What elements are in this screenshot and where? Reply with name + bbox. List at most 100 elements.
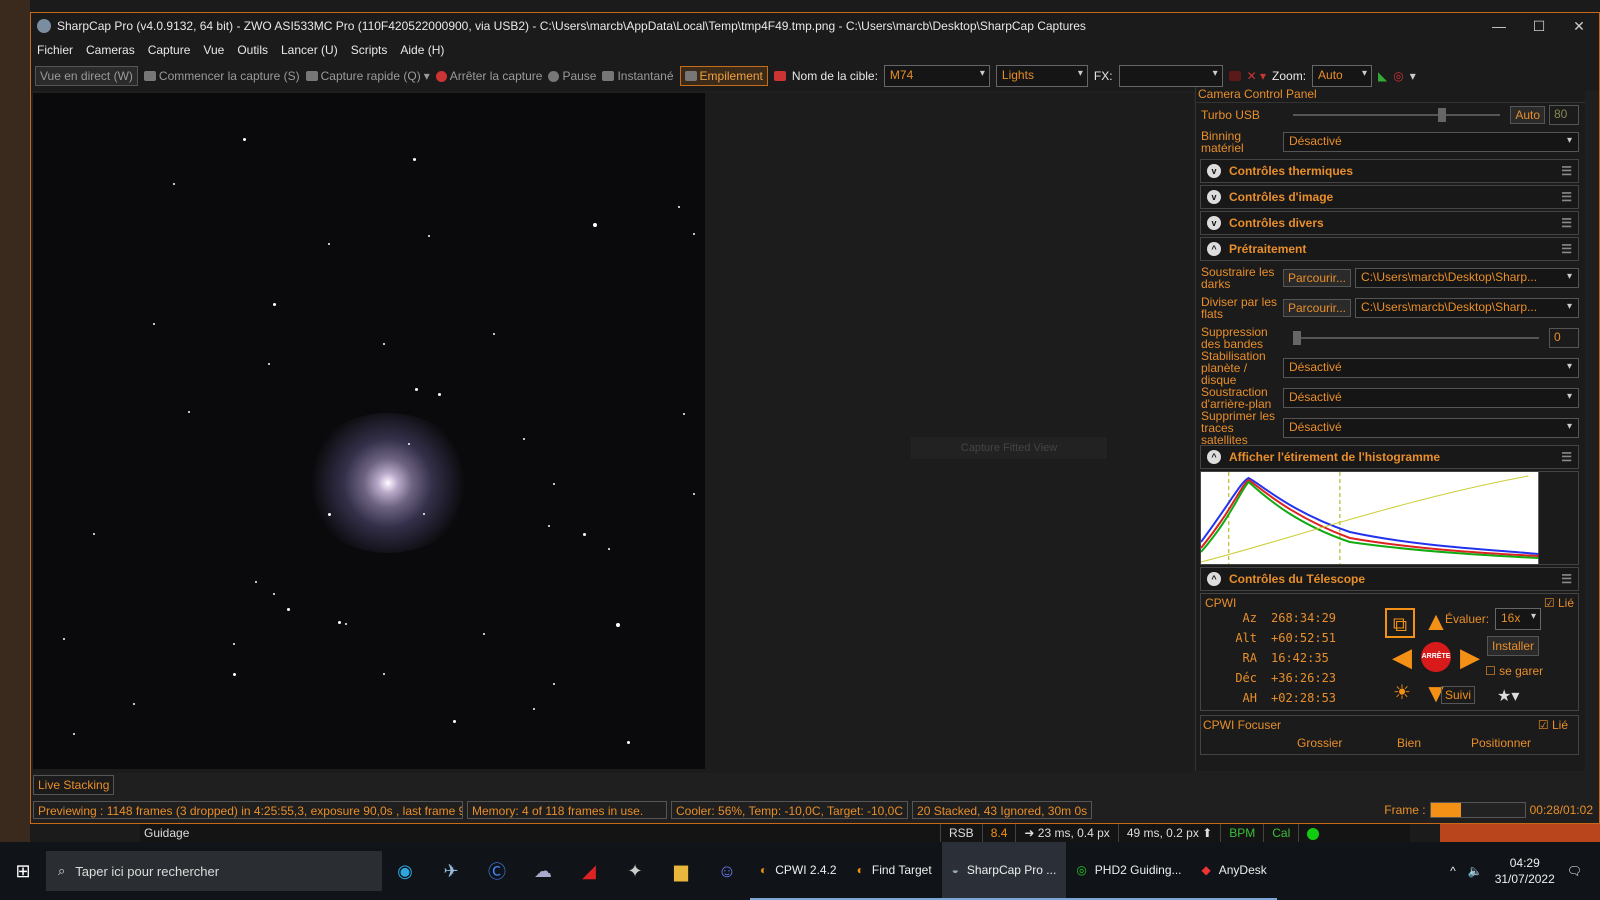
stellarium-icon[interactable]: ✦	[612, 861, 658, 882]
turbo-auto-button[interactable]: Auto	[1510, 106, 1545, 124]
stabil-select[interactable]: Désactivé	[1283, 358, 1579, 378]
frame-type-combo[interactable]: Lights	[995, 65, 1088, 87]
task-find-target[interactable]: ◐ Find Target	[846, 842, 942, 900]
histogram-title: Afficher l'étirement de l'histogramme	[1229, 450, 1441, 464]
task-anydesk[interactable]: ◆ AnyDesk	[1191, 842, 1277, 900]
more-icon[interactable]: ▾	[1410, 69, 1416, 83]
minimize-icon[interactable]: —	[1479, 18, 1519, 34]
app-icon[interactable]: ☁	[520, 861, 566, 882]
menu-scripts[interactable]: Scripts	[351, 43, 388, 57]
histogram-section[interactable]: ^ Afficher l'étirement de l'histogramme ☰	[1200, 445, 1579, 469]
star	[438, 393, 441, 396]
cross-icon[interactable]: ✕ ▾	[1247, 69, 1266, 83]
darks-browse-button[interactable]: Parcourir...	[1283, 269, 1352, 287]
histogram-icon[interactable]: ◣	[1378, 69, 1387, 83]
menu-icon[interactable]: ☰	[1561, 572, 1572, 586]
focus-icon[interactable]: ◎	[1393, 69, 1403, 83]
sun-icon[interactable]: ☀	[1387, 678, 1417, 708]
galaxy	[303, 413, 473, 553]
live-stacking-tab[interactable]: Live Stacking	[33, 775, 115, 795]
banding-value[interactable]: 0	[1549, 328, 1579, 348]
stop-button[interactable]: ARRÊTE	[1421, 642, 1451, 672]
taskbar-search[interactable]: ⌕ Taper ici pour rechercher	[46, 851, 382, 891]
live-view-button[interactable]: Vue en direct (W)	[35, 66, 138, 86]
focuser-linked-checkbox[interactable]: ☑ Lié	[1538, 718, 1568, 732]
menu-icon[interactable]: ☰	[1561, 164, 1572, 178]
menu-cameras[interactable]: Cameras	[86, 43, 135, 57]
arrow-left-icon[interactable]: ◀	[1387, 642, 1417, 672]
menu-icon[interactable]: ☰	[1561, 216, 1572, 230]
chevron-up-icon[interactable]: ^	[1450, 864, 1456, 878]
reticle-icon[interactable]	[1228, 71, 1241, 81]
task-cpwi[interactable]: ◐ CPWI 2.4.2	[750, 842, 847, 900]
binning-select[interactable]: Désactivé	[1283, 132, 1579, 152]
app-icon[interactable]: ✈	[428, 861, 474, 882]
maximize-icon[interactable]: ☐	[1519, 18, 1559, 35]
preprocessing-section[interactable]: ^ Prétraitement ☰	[1200, 237, 1579, 261]
notification-icon[interactable]: 🗨	[1567, 864, 1582, 878]
image-section[interactable]: v Contrôles d'image ☰	[1200, 185, 1579, 209]
discord-icon[interactable]: ☺	[704, 861, 750, 882]
task-phd2[interactable]: ◎ PHD2 Guiding...	[1066, 842, 1192, 900]
menu-lancer[interactable]: Lancer (U)	[281, 43, 338, 57]
menu-aide[interactable]: Aide (H)	[400, 43, 444, 57]
misc-section[interactable]: v Contrôles divers ☰	[1200, 211, 1579, 235]
histogram-chart[interactable]	[1200, 471, 1579, 565]
windows-start-icon[interactable]: ⊞	[0, 861, 46, 882]
turbo-usb-slider[interactable]	[1293, 108, 1501, 122]
menu-outils[interactable]: Outils	[237, 43, 268, 57]
coord-key: Az	[1242, 611, 1257, 625]
pause-button[interactable]: Pause	[548, 69, 596, 83]
sat-select[interactable]: Désactivé	[1283, 418, 1579, 438]
start-capture-button[interactable]: Commencer la capture (S)	[143, 69, 300, 83]
task-label: Find Target	[871, 863, 932, 877]
flats-browse-button[interactable]: Parcourir...	[1283, 299, 1352, 317]
close-icon[interactable]: ✕	[1559, 18, 1599, 35]
folder-icon[interactable]: ▆	[658, 861, 704, 882]
install-button[interactable]: Installer	[1487, 636, 1540, 656]
task-sharpcap[interactable]: ◒ SharpCap Pro ...	[941, 842, 1067, 900]
title-bar[interactable]: SharpCap Pro (v4.0.9132, 64 bit) - ZWO A…	[31, 13, 1599, 39]
menu-icon[interactable]: ☰	[1561, 450, 1572, 464]
banding-slider[interactable]	[1293, 331, 1539, 345]
star-icon[interactable]: ★▾	[1497, 686, 1519, 706]
star	[287, 608, 290, 611]
quick-capture-button[interactable]: Capture rapide (Q) ▾	[305, 69, 430, 83]
star	[428, 235, 430, 237]
track-button[interactable]: Suivi	[1441, 686, 1476, 704]
menu-icon[interactable]: ☰	[1561, 190, 1572, 204]
fx-combo[interactable]	[1118, 65, 1223, 87]
spiral-icon[interactable]: ⧉	[1385, 608, 1415, 638]
clock[interactable]: 04:29 31/07/2022	[1495, 855, 1555, 887]
telescope-section[interactable]: ^ Contrôles du Télescope ☰	[1200, 567, 1579, 591]
image-viewer[interactable]: Capture Fitted View	[33, 93, 1193, 773]
star	[533, 708, 535, 710]
arrow-right-icon[interactable]: ▶	[1455, 642, 1485, 672]
target-name-combo[interactable]: M74	[883, 65, 990, 87]
edge-icon[interactable]: ◉	[382, 861, 428, 882]
mount-linked-checkbox[interactable]: ☑ Lié	[1544, 596, 1574, 610]
flats-path[interactable]: C:\Users\marcb\Desktop\Sharp...	[1355, 298, 1579, 318]
turbo-value[interactable]: 80	[1549, 105, 1579, 125]
copilot-icon[interactable]: Ⓒ	[474, 858, 520, 884]
bg-select[interactable]: Désactivé	[1283, 388, 1579, 408]
slider-knob[interactable]	[1438, 108, 1447, 122]
slider-knob[interactable]	[1293, 331, 1301, 345]
stop-capture-button[interactable]: Arrêter la capture	[435, 69, 542, 83]
speaker-icon[interactable]: 🔈	[1468, 864, 1483, 878]
snapshot-button[interactable]: Instantané	[602, 69, 674, 83]
menu-fichier[interactable]: Fichier	[37, 43, 73, 57]
zoom-combo[interactable]: Auto	[1312, 65, 1373, 87]
binning-label: Binning matériel	[1201, 129, 1244, 155]
stacking-button[interactable]: Empilement	[679, 66, 768, 86]
park-checkbox[interactable]: ☐ se garer	[1485, 664, 1543, 678]
menu-capture[interactable]: Capture	[148, 43, 191, 57]
thermal-section[interactable]: v Contrôles thermiques ☰	[1200, 159, 1579, 183]
menu-icon[interactable]: ☰	[1561, 242, 1572, 256]
menu-vue[interactable]: Vue	[203, 43, 224, 57]
darks-path[interactable]: C:\Users\marcb\Desktop\Sharp...	[1355, 268, 1579, 288]
app-icon[interactable]: ◢	[566, 861, 612, 882]
rate-combo[interactable]: 16x	[1495, 608, 1541, 630]
astro-image[interactable]	[33, 93, 705, 769]
stop-icon	[435, 70, 447, 82]
